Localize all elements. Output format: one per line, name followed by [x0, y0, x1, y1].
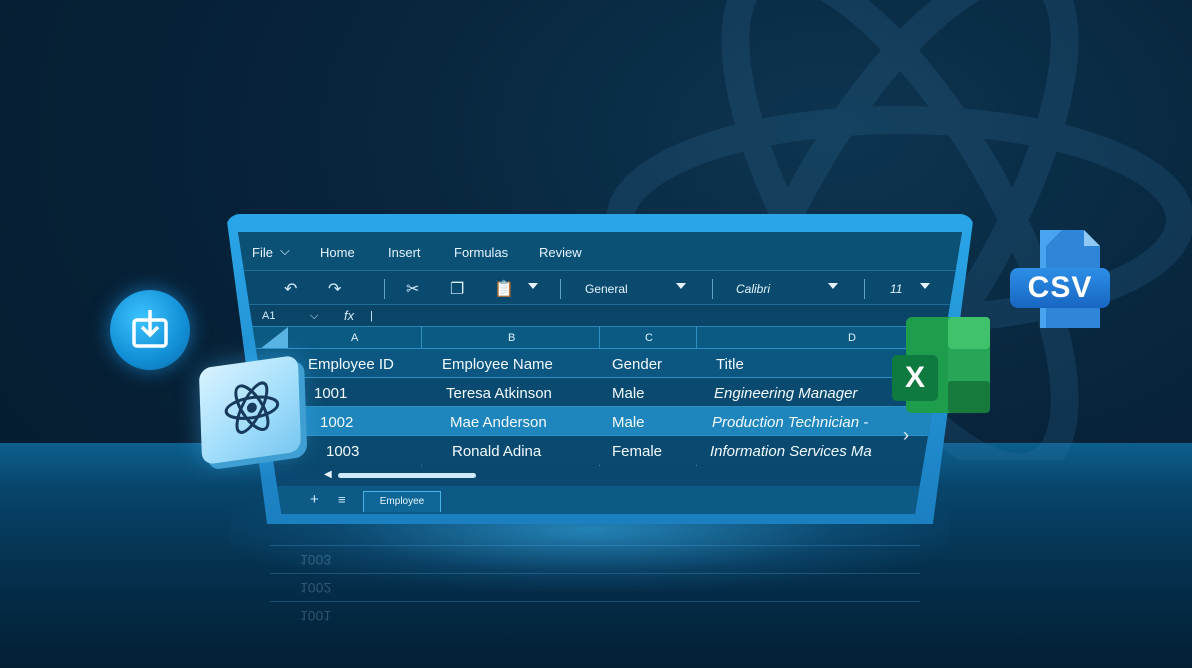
scroll-right-icon[interactable]: › [903, 425, 909, 446]
cell-employee-id[interactable]: 1003 [326, 443, 359, 460]
table-reflection: 1003 1002 1001 [270, 525, 920, 668]
redo-icon[interactable]: ↷ [328, 279, 341, 299]
cell-reference-chevron-icon[interactable]: ⌵ [310, 310, 318, 323]
cell-employee-name[interactable]: Teresa Atkinson [446, 385, 552, 402]
paste-icon[interactable]: 📋 [494, 279, 514, 299]
horizontal-scroll-area: ◀ [238, 466, 962, 486]
import-button[interactable] [110, 290, 190, 370]
toolbar-separator [560, 279, 561, 299]
undo-icon[interactable]: ↶ [284, 279, 297, 299]
menu-insert[interactable]: Insert [388, 245, 421, 260]
cell-reference[interactable]: A1 [262, 310, 275, 322]
scroll-left-icon[interactable]: ◀ [324, 469, 332, 480]
header-employee-name[interactable]: Employee Name [442, 356, 553, 373]
toolbar-separator [712, 279, 713, 299]
cut-icon[interactable]: ✂ [406, 279, 419, 299]
reflection-row: 1002 [270, 573, 920, 602]
number-format-select[interactable]: General [585, 282, 628, 296]
toolbar: ↶ ↷ ✂ ❐ 📋 General Calibri 11 [238, 270, 962, 305]
column-header-c[interactable]: C [645, 332, 653, 344]
reflection-id: 1003 [300, 552, 332, 568]
cell-gender[interactable]: Female [612, 443, 662, 460]
copy-icon[interactable]: ❐ [450, 279, 464, 299]
add-sheet-icon[interactable]: + [310, 491, 319, 508]
cell-title[interactable]: Engineering Manager [714, 385, 857, 402]
header-title[interactable]: Title [716, 356, 744, 373]
cell-employee-id[interactable]: 1002 [320, 414, 353, 431]
reflection-id: 1001 [300, 608, 332, 624]
import-icon [132, 310, 168, 348]
fx-icon: fx [344, 308, 355, 323]
csv-label: CSV [1010, 268, 1110, 308]
cell-employee-name[interactable]: Ronald Adina [452, 443, 541, 460]
formula-input[interactable]: | [370, 310, 373, 322]
header-gender[interactable]: Gender [612, 356, 662, 373]
font-name-chevron-icon[interactable] [828, 283, 838, 289]
react-atom-icon [224, 381, 280, 434]
cell-gender[interactable]: Male [612, 414, 645, 431]
column-header-d[interactable]: D [848, 332, 856, 344]
font-size-chevron-icon[interactable] [920, 283, 930, 289]
toolbar-separator [864, 279, 865, 299]
paste-dropdown-chevron-icon[interactable] [528, 283, 538, 289]
react-logo-tile [198, 354, 302, 466]
sheet-tab-employee[interactable]: Employee [363, 491, 441, 512]
header-employee-id[interactable]: Employee ID [308, 356, 394, 373]
sheet-tabs-bar: + ≡ Employee [238, 486, 962, 514]
column-header-a[interactable]: A [351, 332, 358, 344]
chevron-down-icon[interactable]: ⌵ [280, 243, 290, 259]
table-row-selected[interactable]: 1002 Mae Anderson Male Production Techni… [238, 406, 962, 436]
number-format-chevron-icon[interactable] [676, 283, 686, 289]
column-header-row: A B C D [238, 326, 962, 349]
horizontal-scrollbar[interactable] [338, 473, 476, 478]
menu-bar: File ⌵ Home Insert Formulas Review [238, 232, 962, 270]
excel-icon: X [892, 315, 990, 415]
column-header-b[interactable]: B [508, 332, 515, 344]
font-size-select[interactable]: 11 [890, 282, 902, 296]
menu-file[interactable]: File [252, 245, 273, 260]
excel-x-badge: X [892, 355, 938, 401]
font-name-select[interactable]: Calibri [736, 282, 770, 296]
reflection-id: 1002 [300, 580, 332, 596]
sheet-list-icon[interactable]: ≡ [338, 492, 346, 507]
csv-file-icon: CSV [1010, 228, 1110, 330]
table-row[interactable]: 1001 Teresa Atkinson Male Engineering Ma… [238, 377, 962, 407]
cell-employee-id[interactable]: 1001 [314, 385, 347, 402]
reflection-row: 1001 [270, 601, 920, 630]
reflection-row: 1003 [270, 545, 920, 574]
cell-gender[interactable]: Male [612, 385, 645, 402]
formula-bar: A1 ⌵ fx | [238, 304, 962, 327]
select-all-icon[interactable] [260, 327, 288, 349]
cell-employee-name[interactable]: Mae Anderson [450, 414, 547, 431]
table-header-row: Employee ID Employee Name Gender Title [238, 348, 962, 378]
cell-title[interactable]: Production Technician - [712, 414, 868, 431]
cell-title[interactable]: Information Services Ma [710, 443, 872, 460]
spreadsheet-screen: File ⌵ Home Insert Formulas Review ↶ ↷ ✂… [238, 232, 962, 514]
menu-formulas[interactable]: Formulas [454, 245, 508, 260]
menu-home[interactable]: Home [320, 245, 355, 260]
menu-review[interactable]: Review [539, 245, 582, 260]
table-row[interactable]: 4 1003 Ronald Adina Female Information S… [238, 435, 962, 465]
toolbar-separator [384, 279, 385, 299]
